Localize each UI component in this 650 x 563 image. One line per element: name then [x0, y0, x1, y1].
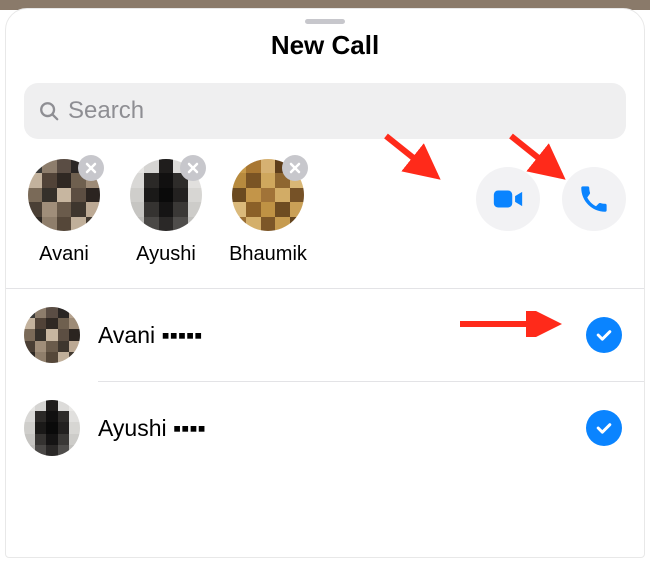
- contact-name: Ayushi ▪▪▪▪: [98, 415, 568, 442]
- avatar: [130, 159, 202, 231]
- sheet-grabber[interactable]: [305, 19, 345, 24]
- contact-name: Avani ▪▪▪▪▪: [98, 322, 568, 349]
- selected-chip-name: Avani: [39, 243, 89, 266]
- remove-participant-button[interactable]: [282, 155, 308, 181]
- contact-row[interactable]: Avani ▪▪▪▪▪: [6, 289, 644, 381]
- selected-chip[interactable]: Bhaumik: [228, 159, 308, 266]
- phone-icon: [579, 184, 609, 214]
- page-title: New Call: [6, 30, 644, 61]
- selection-checkmark[interactable]: [586, 317, 622, 353]
- selection-checkmark[interactable]: [586, 410, 622, 446]
- avatar: [28, 159, 100, 231]
- new-call-sheet: New Call: [5, 8, 645, 558]
- selected-participants: Avani: [24, 159, 476, 266]
- avatar-placeholder: [24, 307, 80, 363]
- check-icon: [594, 418, 614, 438]
- selected-chip[interactable]: Avani: [24, 159, 104, 266]
- remove-participant-button[interactable]: [78, 155, 104, 181]
- video-icon: [491, 182, 525, 216]
- selected-chip[interactable]: Ayushi: [126, 159, 206, 266]
- audio-call-button[interactable]: [562, 167, 626, 231]
- selected-chip-name: Bhaumik: [229, 243, 307, 266]
- check-icon: [594, 325, 614, 345]
- search-icon: [38, 100, 60, 122]
- video-call-button[interactable]: [476, 167, 540, 231]
- search-field[interactable]: [24, 83, 626, 139]
- selected-participants-row: Avani: [6, 153, 644, 288]
- remove-participant-button[interactable]: [180, 155, 206, 181]
- close-icon: [289, 162, 301, 174]
- avatar: [24, 400, 80, 456]
- close-icon: [187, 162, 199, 174]
- search-input[interactable]: [68, 97, 612, 125]
- close-icon: [85, 162, 97, 174]
- contact-row[interactable]: Ayushi ▪▪▪▪: [6, 382, 644, 474]
- selected-chip-name: Ayushi: [136, 243, 196, 266]
- avatar-placeholder: [24, 400, 80, 456]
- avatar: [24, 307, 80, 363]
- avatar: [232, 159, 304, 231]
- call-action-buttons: [476, 167, 626, 231]
